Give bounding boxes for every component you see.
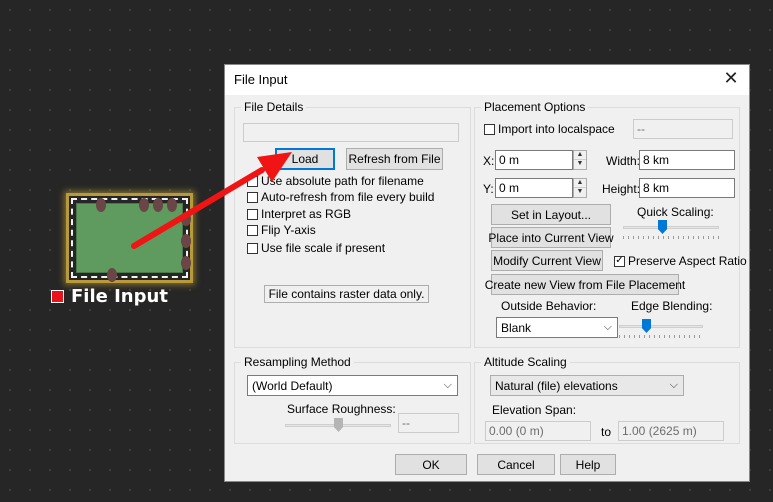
node-socket[interactable] bbox=[96, 198, 106, 212]
width-input[interactable]: 8 km bbox=[639, 150, 735, 170]
quick-scaling-label: Quick Scaling: bbox=[637, 205, 714, 219]
node-socket[interactable] bbox=[167, 198, 177, 212]
elevation-span-label: Elevation Span: bbox=[492, 403, 577, 417]
place-into-current-view-button[interactable]: Place into Current View bbox=[488, 227, 614, 248]
auto-refresh-checkbox[interactable]: Auto-refresh from file every build bbox=[247, 190, 434, 204]
help-button[interactable]: Help bbox=[560, 454, 616, 475]
group-label: File Details bbox=[241, 100, 307, 114]
checkbox-box[interactable] bbox=[247, 224, 258, 236]
close-icon[interactable]: ✕ bbox=[721, 68, 741, 89]
elevation-span-to-field: 1.00 (2625 m) bbox=[618, 421, 724, 441]
edge-blending-label: Edge Blending: bbox=[631, 299, 713, 313]
checkbox-box[interactable] bbox=[484, 123, 495, 135]
node-output-socket[interactable] bbox=[107, 268, 117, 282]
node-socket[interactable] bbox=[181, 212, 191, 226]
surface-roughness-slider[interactable] bbox=[285, 418, 391, 434]
dialog-titlebar[interactable]: File Input ✕ bbox=[225, 65, 749, 95]
checkbox-box[interactable] bbox=[247, 208, 258, 220]
import-localspace-checkbox[interactable]: Import into localspace bbox=[484, 122, 615, 136]
flip-y-axis-checkbox[interactable]: Flip Y-axis bbox=[247, 223, 316, 237]
dialog-title: File Input bbox=[234, 72, 288, 87]
spin-down-icon[interactable]: ▼ bbox=[574, 188, 586, 197]
to-label: to bbox=[601, 425, 612, 439]
node-socket[interactable] bbox=[153, 198, 163, 212]
outside-behavior-label: Outside Behavior: bbox=[501, 299, 597, 313]
node-socket[interactable] bbox=[139, 198, 149, 212]
y-spinner[interactable]: ▲ ▼ bbox=[573, 178, 587, 198]
chevron-down-icon: ⌵ bbox=[603, 321, 612, 333]
checkbox-box[interactable]: ✓ bbox=[614, 255, 625, 267]
slider-ticks bbox=[623, 236, 719, 239]
file-details-group: File Details Load Refresh from File Use … bbox=[234, 100, 471, 348]
node-body bbox=[76, 198, 191, 282]
resampling-method-select[interactable]: (World Default) ⌵ bbox=[247, 375, 458, 396]
altitude-scaling-select[interactable]: Natural (file) elevations ⌵ bbox=[490, 375, 684, 396]
group-label: Resampling Method bbox=[241, 355, 354, 369]
set-in-layout-button[interactable]: Set in Layout... bbox=[491, 204, 611, 225]
node-socket[interactable] bbox=[181, 256, 191, 270]
group-label: Placement Options bbox=[481, 100, 589, 114]
group-label: Altitude Scaling bbox=[481, 355, 570, 369]
height-label: Height: bbox=[602, 182, 641, 196]
slider-thumb[interactable] bbox=[658, 220, 667, 234]
load-button[interactable]: Load bbox=[275, 148, 335, 170]
slider-track bbox=[623, 226, 719, 229]
cancel-button[interactable]: Cancel bbox=[477, 454, 555, 475]
absolute-path-checkbox[interactable]: Use absolute path for filename bbox=[247, 174, 424, 188]
chevron-down-icon: ⌵ bbox=[443, 379, 452, 391]
x-label: X: bbox=[483, 154, 495, 168]
node-label: File Input bbox=[71, 286, 168, 307]
altitude-scaling-group: Altitude Scaling Natural (file) elevatio… bbox=[474, 355, 740, 444]
ok-button[interactable]: OK bbox=[395, 454, 467, 475]
edge-blending-slider[interactable] bbox=[619, 319, 703, 339]
spin-up-icon[interactable]: ▲ bbox=[574, 179, 586, 188]
slider-ticks bbox=[619, 335, 703, 338]
spin-up-icon[interactable]: ▲ bbox=[574, 151, 586, 160]
slider-thumb[interactable] bbox=[642, 319, 651, 333]
file-input-node[interactable] bbox=[66, 193, 193, 283]
chevron-down-icon: ⌵ bbox=[669, 379, 678, 391]
spin-down-icon[interactable]: ▼ bbox=[574, 160, 586, 169]
slider-thumb[interactable] bbox=[334, 418, 343, 432]
width-label: Width: bbox=[606, 154, 641, 168]
placement-options-group: Placement Options Import into localspace… bbox=[474, 100, 747, 348]
node-socket[interactable] bbox=[181, 234, 191, 248]
node-selection-outline bbox=[71, 198, 191, 282]
localspace-field: -- bbox=[633, 119, 733, 139]
slider-track bbox=[619, 325, 703, 328]
x-spinner[interactable]: ▲ ▼ bbox=[573, 150, 587, 170]
create-new-view-button[interactable]: Create new View from File Placement bbox=[485, 274, 685, 295]
quick-scaling-slider[interactable] bbox=[623, 220, 719, 240]
checkbox-box[interactable] bbox=[247, 242, 258, 254]
outside-behavior-select[interactable]: Blank ⌵ bbox=[496, 317, 618, 338]
x-input[interactable]: 0 m bbox=[495, 150, 573, 170]
y-input[interactable]: 0 m bbox=[495, 178, 573, 198]
resampling-method-group: Resampling Method (World Default) ⌵ Surf… bbox=[234, 355, 471, 444]
y-label: Y: bbox=[483, 182, 494, 196]
file-input-dialog: File Input ✕ File Details Load Refresh f… bbox=[224, 64, 750, 482]
elevation-span-from-field: 0.00 (0 m) bbox=[485, 421, 591, 441]
modify-current-view-button[interactable]: Modify Current View bbox=[491, 250, 603, 271]
refresh-from-file-button[interactable]: Refresh from File bbox=[346, 148, 443, 170]
interpret-rgb-checkbox[interactable]: Interpret as RGB bbox=[247, 207, 351, 221]
surface-roughness-label: Surface Roughness: bbox=[287, 402, 396, 416]
node-color-marker bbox=[51, 290, 64, 303]
preserve-aspect-ratio-checkbox[interactable]: ✓ Preserve Aspect Ratio bbox=[614, 254, 747, 268]
filename-field bbox=[243, 123, 459, 142]
use-file-scale-checkbox[interactable]: Use file scale if present bbox=[247, 241, 385, 255]
surface-roughness-field: -- bbox=[398, 413, 459, 433]
raster-status-note: File contains raster data only. bbox=[264, 285, 429, 303]
height-input[interactable]: 8 km bbox=[639, 178, 735, 198]
checkbox-box[interactable] bbox=[247, 175, 258, 187]
checkbox-box[interactable] bbox=[247, 191, 258, 203]
